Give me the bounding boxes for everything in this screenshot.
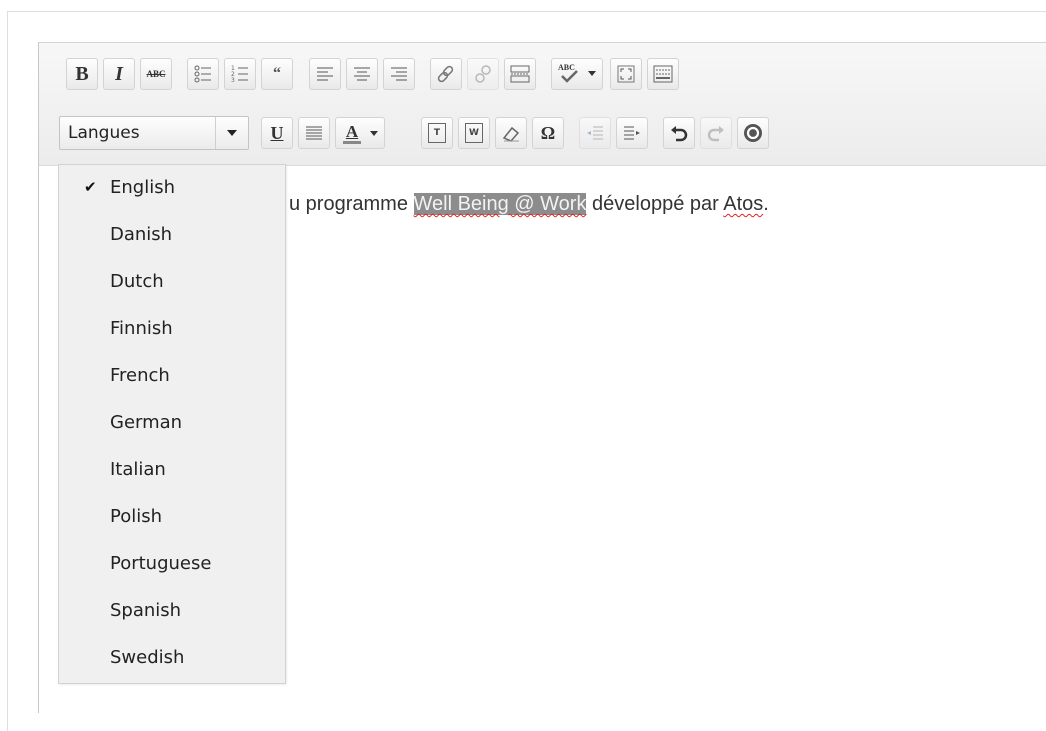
special-char-button[interactable]: Ω — [532, 117, 564, 149]
spellcheck-icon: ABC — [558, 63, 580, 85]
language-option-italian[interactable]: Italian — [59, 447, 285, 495]
link-icon — [437, 65, 454, 83]
page-border-top — [7, 11, 1046, 12]
paste-text-icon: T — [428, 123, 446, 143]
language-option-danish[interactable]: Danish — [59, 212, 285, 260]
indent-button[interactable] — [616, 117, 648, 149]
undo-icon — [671, 126, 688, 142]
align-center-icon — [354, 67, 370, 81]
text-color-icon: A — [343, 123, 361, 144]
paste-word-icon: W — [465, 123, 483, 143]
checkmark-icon: ✔ — [84, 178, 97, 196]
align-right-button[interactable] — [383, 58, 415, 90]
selected-text: Well Being @ Work — [413, 193, 587, 215]
redo-button[interactable] — [700, 117, 732, 149]
paste-word-button[interactable]: W — [458, 117, 490, 149]
language-option-spanish[interactable]: Spanish — [59, 588, 285, 636]
spellcheck-button[interactable]: ABC — [551, 58, 603, 90]
blockquote-button[interactable]: “ — [261, 58, 293, 90]
fullscreen-icon — [617, 65, 635, 83]
language-option-dutch[interactable]: Dutch — [59, 259, 285, 307]
italic-button[interactable]: I — [103, 58, 135, 90]
language-dropdown: ✔ English Danish Dutch Finnish French Ge… — [58, 164, 286, 684]
language-option-polish[interactable]: Polish — [59, 494, 285, 542]
bold-icon: B — [75, 62, 89, 85]
numbered-list-icon: 1 2 3 — [231, 65, 248, 84]
content-paragraph: u programme Well Being @ Work développé … — [289, 193, 769, 216]
content-prefix: u programme — [289, 193, 414, 215]
language-option-portuguese[interactable]: Portuguese — [59, 541, 285, 589]
editor-toolbar: B I ABC 1 2 3 “ ABC Langues U A T W Ω — [39, 43, 1046, 166]
align-left-button[interactable] — [309, 58, 341, 90]
remove-link-button[interactable] — [467, 58, 499, 90]
svg-text:3: 3 — [231, 77, 235, 84]
fullscreen-button[interactable] — [610, 58, 642, 90]
chevron-down-icon — [227, 130, 237, 136]
remove-format-button[interactable] — [495, 117, 527, 149]
chevron-down-icon — [588, 71, 596, 76]
omega-icon: Ω — [540, 122, 556, 143]
numbered-list-button[interactable]: 1 2 3 — [224, 58, 256, 90]
chevron-down-icon — [370, 131, 378, 136]
content-last-word: Atos — [723, 193, 764, 215]
eraser-icon — [502, 126, 520, 142]
more-tag-icon — [510, 65, 530, 83]
underline-icon: U — [270, 122, 284, 143]
content-middle: développé par — [586, 193, 724, 215]
indent-icon — [624, 126, 640, 140]
page-border-left — [7, 11, 8, 731]
outdent-button[interactable] — [579, 117, 611, 149]
help-button[interactable] — [737, 117, 769, 149]
underline-button[interactable]: U — [261, 117, 293, 149]
language-option-german[interactable]: German — [59, 400, 285, 448]
language-option-finnish[interactable]: Finnish — [59, 306, 285, 354]
strikethrough-icon: ABC — [146, 69, 166, 79]
text-color-button[interactable]: A — [335, 117, 385, 149]
bold-button[interactable]: B — [66, 58, 98, 90]
kitchen-sink-button[interactable] — [647, 58, 679, 90]
strikethrough-button[interactable]: ABC — [140, 58, 172, 90]
language-option-english[interactable]: ✔ English — [59, 165, 285, 213]
kitchen-sink-icon — [653, 65, 673, 83]
help-icon — [744, 124, 762, 142]
undo-button[interactable] — [663, 117, 695, 149]
justify-button[interactable] — [298, 117, 330, 149]
language-option-french[interactable]: French — [59, 353, 285, 401]
bullet-list-button[interactable] — [187, 58, 219, 90]
align-left-icon — [317, 67, 333, 81]
align-right-icon — [391, 67, 407, 81]
align-center-button[interactable] — [346, 58, 378, 90]
bullet-list-icon — [194, 65, 211, 83]
redo-icon — [707, 126, 724, 142]
insert-more-button[interactable] — [504, 58, 536, 90]
justify-icon — [306, 126, 322, 140]
quote-icon: “ — [273, 65, 281, 82]
content-end: . — [763, 193, 769, 215]
language-select-arrow[interactable] — [215, 117, 248, 149]
outdent-icon — [587, 126, 603, 140]
italic-icon: I — [115, 62, 123, 85]
language-select-label: Langues — [68, 123, 140, 143]
paste-text-button[interactable]: T — [421, 117, 453, 149]
language-option-swedish[interactable]: Swedish — [59, 635, 285, 683]
language-select[interactable]: Langues — [59, 116, 249, 150]
insert-link-button[interactable] — [430, 58, 462, 90]
unlink-icon — [475, 65, 491, 83]
